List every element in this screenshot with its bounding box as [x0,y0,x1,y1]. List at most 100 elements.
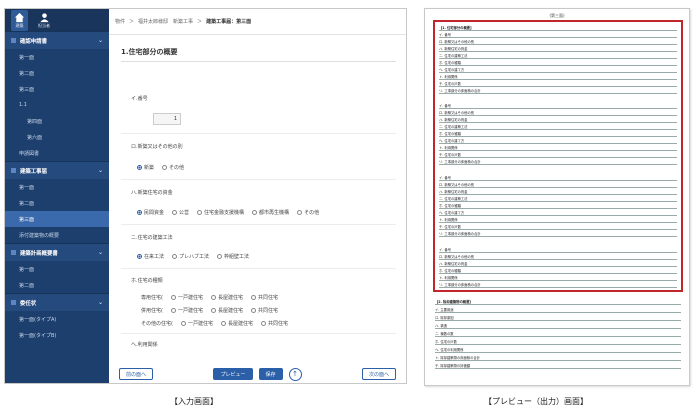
field-label-housing-type: ホ.住宅の種類 [131,278,163,284]
sidebar-section-plan-summary[interactable]: 建築計画概要書 ⌄ [5,243,109,261]
section-label: 確認申請書 [20,38,47,45]
sidebar-item-ps-2[interactable]: 第二面 [5,277,109,293]
radio-option-detached[interactable]: 一戸建住宅 [180,320,213,327]
sidebar-section-construction-notice[interactable]: 建築工事届 ⌄ [5,161,109,179]
doc-row: リ. 工事部分の床面積の合計 [439,87,677,94]
doc-row: ヘ. 住宅の建て方 [439,209,677,216]
doc-row: ホ. 住宅の種類 [439,267,677,274]
sidebar-item-cn-1[interactable]: 第一面 [5,179,109,195]
radio-icon [252,210,258,215]
sidebar-item-poa-a[interactable]: 第一面(タイプA) [5,311,109,327]
radio-option-urban-renaissance[interactable]: 都市再生機構 [252,209,289,216]
bottom-action-bar: 前の面へ プレビュー 保存 ↑ 次の面へ [119,363,396,383]
breadcrumb: 物件 ＞ 福井太郎様邸 新築工事 ＞ 建築工事届：第三面 [109,9,406,35]
doc-row: チ. 住宅の戸数 [439,80,677,87]
radio-option-row-house[interactable]: 長屋建住宅 [220,320,253,327]
sidebar-section-confirm-application[interactable]: 確認申請書 ⌄ [5,31,109,49]
breadcrumb-item[interactable]: 物件 [115,18,125,25]
doc-section-title: 【2. 除却建築物の概要】 [435,298,681,305]
doc-section-title: 【1. 住宅部分の概要】 [439,24,677,31]
radio-option-row-house[interactable]: 長屋建住宅 [210,294,243,301]
radio-option-other[interactable]: その他 [162,164,184,171]
radio-icon [172,254,178,259]
sidebar-item-ca-1[interactable]: 第一面 [5,49,109,65]
radio-option-funding-other[interactable]: その他 [297,209,319,216]
home-tab[interactable]: 建築 [11,9,28,31]
doc-row: ハ. 新築住宅の資金 [439,260,677,267]
doc-row: ニ. 住宅の建築工法 [439,123,677,130]
home-tab-label: 建築 [15,22,24,28]
section-label: 建築工事届 [20,168,47,175]
sidebar-section-power-of-attorney[interactable]: 委任状 ⌄ [5,293,109,311]
housing-type-row-combined: 併用住宅( 一戸建住宅 長屋建住宅 共同住宅 [141,307,278,314]
sidebar-item-ca-3[interactable]: 第三面 [5,81,109,97]
radio-icon [250,308,256,313]
sidebar-item-ca-1-1[interactable]: 1.1 [5,97,109,113]
doc-row: ホ. 住宅の種類 [439,130,677,137]
doc-row: イ. 番号 [439,31,677,38]
doc-row: ホ. 住宅の種類 [439,59,677,66]
breadcrumb-item[interactable]: 福井太郎様邸 新築工事 [138,18,193,25]
doc-row: ニ. 住宅の建築工法 [439,52,677,59]
number-input[interactable]: 1 [153,113,181,125]
section-label: 委任状 [20,300,37,307]
radio-option-new[interactable]: 新築 [137,164,154,171]
housing-type-row-dedicated: 専用住宅( 一戸建住宅 長屋建住宅 共同住宅 [141,294,278,301]
sidebar-item-ca-2[interactable]: 第二面 [5,65,109,81]
radio-icon [197,210,203,215]
next-page-button[interactable]: 次の面へ [361,368,396,380]
sidebar-top-icons: 建築 担当者 [5,9,109,31]
scroll-top-button[interactable]: ↑ [288,367,302,381]
doc-row: ロ. 新築又はその他の別 [439,38,677,45]
doc-row: ヘ. 住宅の建て方 [439,66,677,73]
title-divider [121,61,396,62]
sidebar-item-ca-6[interactable]: 第六面 [5,129,109,145]
breadcrumb-separator: ＞ [197,19,203,25]
user-tab[interactable]: 担当者 [38,12,50,29]
sidebar-item-cn-attached[interactable]: 添付建築物の概要 [5,227,109,243]
radio-option-apartment[interactable]: 共同住宅 [250,294,278,301]
field-label-number: イ.番号 [131,96,148,102]
section-marker-icon [11,250,16,255]
radio-icon [297,210,303,215]
radio-option-detached[interactable]: 一戸建住宅 [170,294,203,301]
doc-row: リ. 工事部分の床面積の合計 [439,230,677,237]
doc-row: ハ. 構造 [435,322,681,329]
radio-option-apartment[interactable]: 共同住宅 [260,320,288,327]
sidebar-item-poa-b[interactable]: 第一面(タイプB) [5,327,109,343]
sidebar-item-ps-1[interactable]: 第一面 [5,261,109,277]
prev-page-button[interactable]: 前の面へ [119,368,154,380]
radio-option-public[interactable]: 公営 [172,209,189,216]
doc-row: ニ. 棟数の数 [435,330,681,337]
radio-option-row-house[interactable]: 長屋建住宅 [210,307,243,314]
radio-option-frame-wall[interactable]: 枠組壁工法 [217,253,249,260]
row-divider [121,333,396,334]
doc-row: チ. 除却建築物の評価額 [435,362,681,369]
preview-button[interactable]: プレビュー [213,368,253,380]
breadcrumb-separator: ＞ [129,19,135,25]
housing-type-row-other: その他の住宅( 一戸建住宅 長屋建住宅 共同住宅 [141,320,288,327]
chevron-down-icon: ⌄ [97,37,103,44]
sidebar-item-ca-docs[interactable]: 申請図書 [5,145,109,161]
radio-icon [260,321,266,326]
radio-icon [210,308,216,313]
doc-row: ニ. 住宅の建築工法 [439,195,677,202]
doc-row: ハ. 新築住宅の資金 [439,45,677,52]
radio-selected-icon [137,165,142,170]
sidebar-item-cn-3[interactable]: 第三面 [5,211,109,227]
doc-row: ハ. 新築住宅の資金 [439,116,677,123]
radio-option-detached[interactable]: 一戸建住宅 [170,307,203,314]
save-button[interactable]: 保存 [258,368,283,380]
doc-row: イ. 主要用途 [435,306,681,313]
radio-option-conventional[interactable]: 在来工法 [137,253,164,260]
sidebar-item-ca-4[interactable]: 第四面 [5,113,109,129]
sheet-number: (第三面) [549,13,565,18]
radio-option-housing-finance[interactable]: 住宅金融支援機構 [197,209,244,216]
radio-option-apartment[interactable]: 共同住宅 [250,307,278,314]
sidebar-item-cn-2[interactable]: 第二面 [5,195,109,211]
radio-option-prefab[interactable]: プレハブ工法 [172,253,209,260]
doc-row: ロ. 新築又はその他の別 [439,181,677,188]
field-label-construction-method: ニ.住宅の建築工法 [131,235,173,241]
funding-radio-group: 民間資金 公営 住宅金融支援機構 都市再生機構 その他 [137,209,319,216]
radio-option-private[interactable]: 民間資金 [137,209,164,216]
